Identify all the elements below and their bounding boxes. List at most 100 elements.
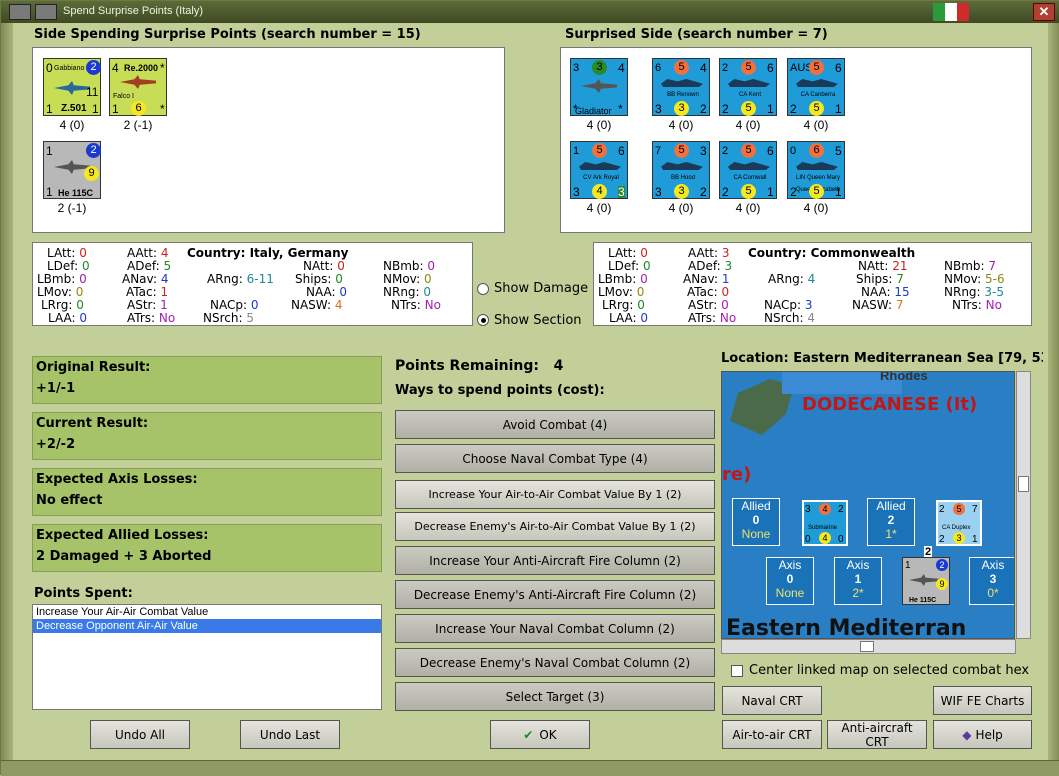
location-label: Location: Eastern Mediterranean Sea [79,… [721, 351, 1043, 366]
stat-nbmb: 7 [988, 259, 997, 273]
decrease-enemy-naval-column-button[interactable]: Decrease Enemy's Naval Combat Column (2) [395, 648, 715, 677]
increase-air-to-air-button[interactable]: Increase Your Air-to-Air Combat Value By… [395, 480, 715, 509]
allied-losses-panel: Expected Allied Losses: 2 Damaged + 3 Abo… [32, 524, 382, 572]
minimize-button[interactable] [35, 4, 57, 20]
box-value: 3 [989, 572, 997, 586]
show-damage-label[interactable]: Show Damage [494, 281, 588, 296]
counter-value: 1 [835, 185, 842, 199]
counter-value: 0 [790, 145, 797, 157]
map-vertical-scrollbar[interactable] [1016, 371, 1031, 639]
axis-0-box[interactable]: Axis 0 None [766, 557, 814, 605]
right-frame [1048, 23, 1059, 776]
show-damage-radio[interactable] [477, 283, 489, 295]
counter-value: 1 [905, 560, 911, 571]
decrease-enemy-air-to-air-button[interactable]: Decrease Enemy's Air-to-Air Combat Value… [395, 512, 715, 541]
stat-arng: 6-11 [246, 272, 274, 286]
unit-counter-surprised[interactable]: 2 5 6 CA Cornwall 2 5 1 [719, 141, 777, 199]
unit-counter-surprised[interactable]: 7 5 3 BB Hood 3 3 2 [652, 141, 710, 199]
counter-value: 4 [112, 61, 119, 75]
unit-counter-re2000[interactable]: 4 Re.2000 * Falco I 1 6 * [109, 58, 167, 116]
stat-ntrs: No [985, 298, 1002, 312]
map-horizontal-scrollbar[interactable] [721, 639, 1016, 654]
allied-2-box[interactable]: Allied 2 1* [867, 498, 915, 546]
counter-value: 1 [767, 185, 774, 199]
help-button[interactable]: ◆ Help [933, 720, 1032, 749]
stat-nrng: 3-5 [984, 285, 1005, 299]
stat-nbmb: 0 [427, 259, 436, 273]
stat-nmov: 5-6 [984, 272, 1005, 286]
scroll-thumb[interactable] [1018, 476, 1029, 492]
counter-name: BB Hood [670, 175, 695, 181]
plane-icon [909, 574, 939, 586]
counter-value: 11 [86, 85, 99, 99]
counter-value: 2 [700, 185, 707, 199]
unit-caption: 4 (0) [668, 201, 694, 215]
show-section-radio[interactable] [477, 314, 489, 326]
box-label: Axis [778, 558, 802, 572]
counter-value: 3 [573, 62, 580, 74]
select-target-button[interactable]: Select Target (3) [395, 682, 715, 711]
counter-value: 2 [790, 185, 797, 199]
unit-counter-surprised[interactable]: 2 5 6 CA Kent 2 5 1 [719, 58, 777, 116]
ca-duplex-counter[interactable]: 2 5 7 CA Duplex 2 3 1 [936, 500, 982, 546]
center-linked-label[interactable]: Center linked map on selected combat hex [749, 663, 1029, 678]
list-item-selected[interactable]: Decrease Opponent Air-Air Value [33, 619, 381, 633]
stat-lrrg: 0 [76, 298, 84, 312]
counter-value: 1 [573, 145, 580, 157]
stat-aatt: 4 [160, 246, 169, 260]
counter-value: 4 [592, 184, 607, 199]
counter-value: 3 [618, 185, 625, 199]
system-menu-button[interactable] [9, 4, 31, 20]
unit-counter-surprised[interactable]: 6 5 4 BB Renown 3 3 2 [652, 58, 710, 116]
show-section-label[interactable]: Show Section [494, 313, 582, 328]
result-value: No effect [36, 493, 103, 508]
stat-lmov: 0 [75, 285, 84, 299]
list-item[interactable]: Increase Your Air-Air Combat Value [33, 605, 381, 619]
ship-icon [796, 79, 838, 87]
axis-3-box[interactable]: Axis 3 0* [969, 557, 1014, 605]
unit-caption: 4 (0) [668, 118, 694, 132]
he115c-map-counter[interactable]: 1 2 9 He 115C [902, 557, 950, 605]
scroll-thumb[interactable] [860, 641, 874, 652]
undo-all-button[interactable]: Undo All [90, 720, 190, 749]
unit-counter-surprised[interactable]: AUS 5 6 CA Canberra 2 5 1 [787, 58, 845, 116]
country-label: Country: Commonwealth [748, 246, 916, 260]
decrease-enemy-aa-column-button[interactable]: Decrease Enemy's Anti-Aircraft Fire Colu… [395, 580, 715, 609]
counter-value: 2 [790, 102, 797, 116]
axis-1-box[interactable]: Axis 1 2* [834, 557, 882, 605]
center-linked-checkbox[interactable] [731, 665, 743, 677]
points-spent-list[interactable]: Increase Your Air-Air Combat Value Decre… [32, 604, 382, 710]
unit-counter-gabbiano[interactable]: 0 Gabbiano 2 11 Z.501 1 1 [43, 58, 101, 116]
anti-aircraft-crt-button[interactable]: Anti-aircraft CRT [827, 720, 927, 749]
naval-crt-button[interactable]: Naval CRT [722, 686, 822, 715]
stat-lbmb: 0 [640, 272, 648, 286]
submarine-counter[interactable]: 3 4 2 Submarine 0 4 0 [802, 500, 848, 546]
unit-caption: 4 (0) [803, 118, 829, 132]
ok-button[interactable]: ✔ OK [490, 720, 590, 749]
unit-counter-surprised[interactable]: 0 6 5 LIN Queen Mary Queen Elizabeth 2 5 1 [787, 141, 845, 199]
avoid-combat-button[interactable]: Avoid Combat (4) [395, 410, 715, 439]
unit-caption: 2 (-1) [123, 118, 153, 132]
choose-naval-combat-type-button[interactable]: Choose Naval Combat Type (4) [395, 444, 715, 473]
box-note: 1* [885, 527, 897, 541]
unit-counter-surprised[interactable]: 1 5 6 CV Ark Royal 3 4 3 [570, 141, 628, 199]
unit-counter-surprised[interactable]: 3 3 4 Gladiator * * [570, 58, 628, 116]
close-icon[interactable]: ✕ [1033, 3, 1055, 21]
increase-naval-column-button[interactable]: Increase Your Naval Combat Column (2) [395, 614, 715, 643]
increase-aa-column-button[interactable]: Increase Your Anti-Aircraft Fire Column … [395, 546, 715, 575]
counter-value: 9 [936, 578, 948, 590]
unit-caption: 4 (0) [735, 118, 761, 132]
stat-ships: 0 [335, 272, 343, 286]
counter-value: 2 [700, 102, 707, 116]
counter-value: 1 [92, 102, 99, 116]
wif-fe-charts-button[interactable]: WIF FE Charts [933, 686, 1032, 715]
counter-name: CA Cornwall [733, 175, 767, 181]
allied-0-box[interactable]: Allied 0 None [732, 498, 780, 546]
undo-last-button[interactable]: Undo Last [240, 720, 340, 749]
unit-counter-he115c[interactable]: 1 2 9 1 He 115C [43, 141, 101, 199]
stat-natt: 21 [892, 259, 908, 273]
stat-latt: 0 [640, 246, 648, 260]
axis-losses-panel: Expected Axis Losses: No effect [32, 468, 382, 516]
combat-map[interactable]: Rhodes DODECANESE (It) re) Allied 0 None 3… [721, 371, 1015, 639]
air-to-air-crt-button[interactable]: Air-to-air CRT [722, 720, 822, 749]
